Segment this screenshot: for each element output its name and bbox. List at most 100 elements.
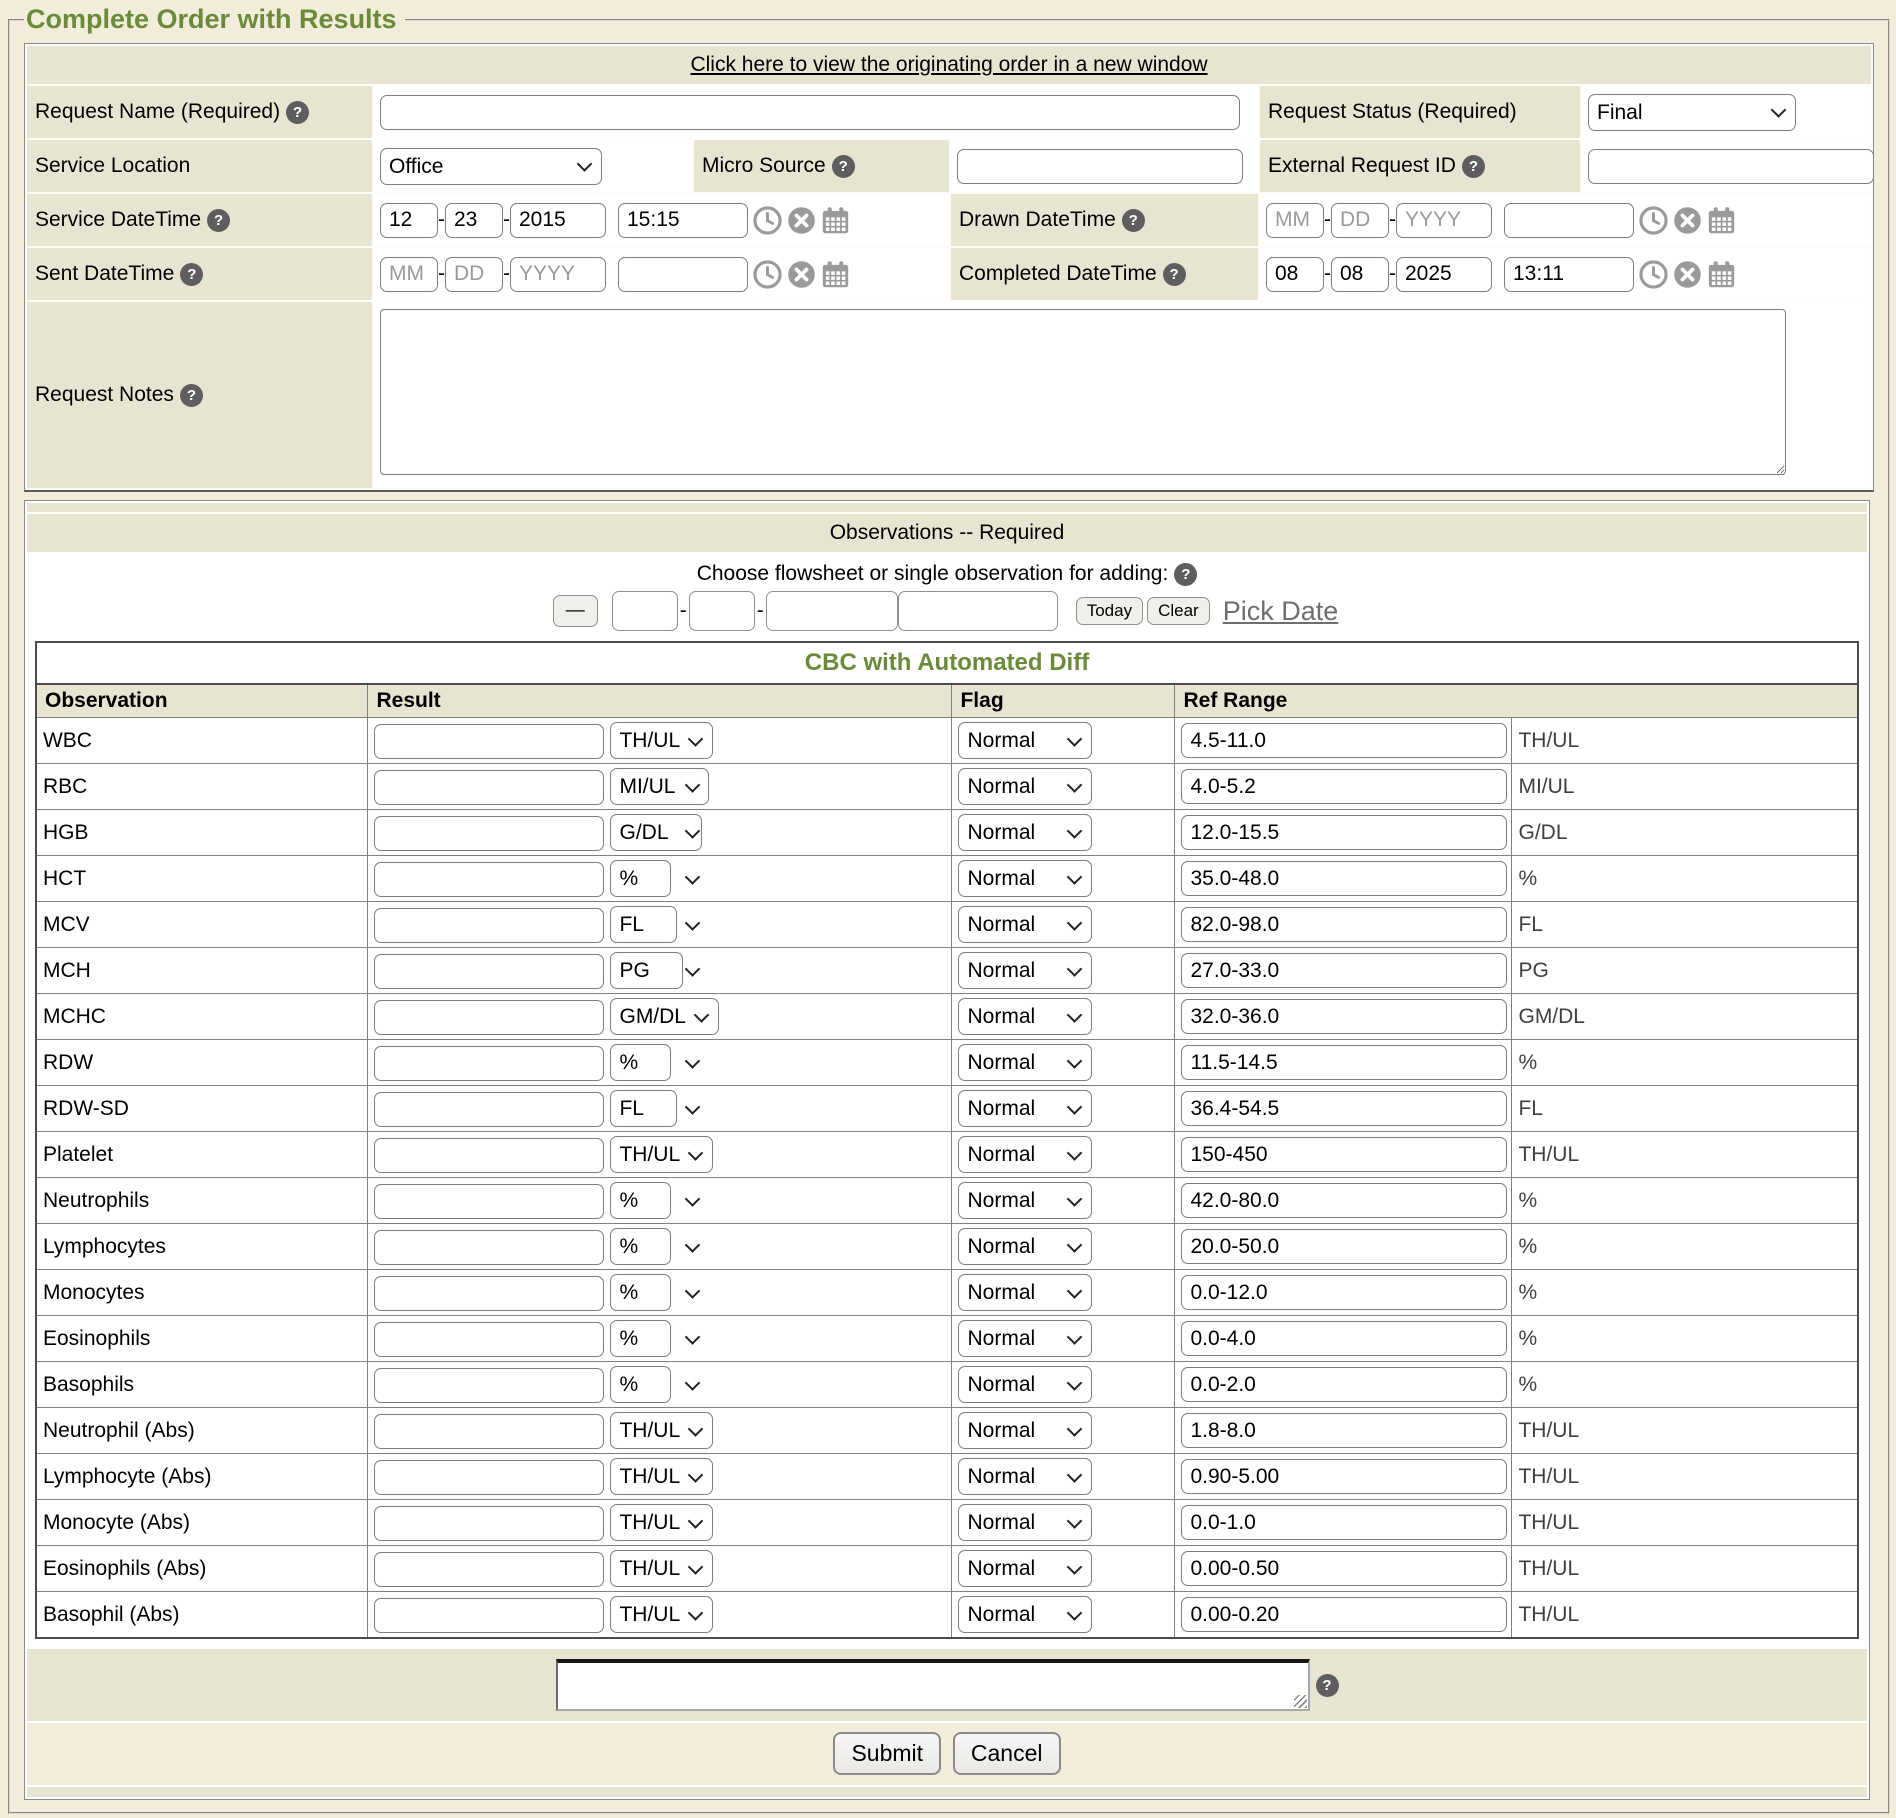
result-input[interactable] [374, 1598, 604, 1633]
clear-icon[interactable] [1673, 260, 1702, 289]
completed-day-input[interactable] [1331, 257, 1389, 292]
cancel-button[interactable]: Cancel [953, 1732, 1061, 1775]
unit-select[interactable]: TH/UL [610, 1458, 713, 1495]
clock-icon[interactable] [1639, 260, 1668, 289]
unit-select[interactable]: % [610, 1182, 671, 1219]
unit-select[interactable]: MI/UL [610, 768, 709, 805]
sent-time-input[interactable] [618, 257, 748, 292]
flag-select[interactable]: Normal [958, 768, 1092, 805]
today-button[interactable]: Today [1076, 597, 1143, 625]
flag-select[interactable]: Normal [958, 1182, 1092, 1219]
clear-button[interactable]: Clear [1147, 597, 1210, 625]
result-input[interactable] [374, 1460, 604, 1495]
result-input[interactable] [374, 908, 604, 943]
service-year-input[interactable] [510, 203, 606, 238]
unit-select[interactable]: FL [610, 906, 677, 943]
unit-select[interactable]: G/DL [610, 814, 702, 851]
unit-select[interactable]: TH/UL [610, 1412, 713, 1449]
micro-source-input[interactable] [957, 149, 1243, 184]
result-input[interactable] [374, 1368, 604, 1403]
unit-select[interactable]: TH/UL [610, 1136, 713, 1173]
drawn-year-input[interactable] [1396, 203, 1492, 238]
unit-select[interactable]: TH/UL [610, 1550, 713, 1587]
unit-select[interactable]: % [610, 1274, 671, 1311]
flag-select[interactable]: Normal [958, 1044, 1092, 1081]
result-input[interactable] [374, 1414, 604, 1449]
completed-month-input[interactable] [1266, 257, 1324, 292]
external-request-id-input[interactable] [1588, 149, 1874, 184]
help-icon[interactable]: ? [286, 101, 309, 124]
ref-range-input[interactable] [1181, 1275, 1507, 1310]
flag-select[interactable]: Normal [958, 1274, 1092, 1311]
ref-range-input[interactable] [1181, 769, 1507, 804]
ref-range-input[interactable] [1181, 861, 1507, 896]
clock-icon[interactable] [753, 206, 782, 235]
result-input[interactable] [374, 1552, 604, 1587]
ref-range-input[interactable] [1181, 953, 1507, 988]
service-day-input[interactable] [445, 203, 503, 238]
help-icon[interactable]: ? [180, 384, 203, 407]
ref-range-input[interactable] [1181, 815, 1507, 850]
sent-day-input[interactable] [445, 257, 503, 292]
result-input[interactable] [374, 1276, 604, 1311]
obs-date-year-input[interactable] [766, 591, 898, 631]
flag-select[interactable]: Normal [958, 1504, 1092, 1541]
ref-range-input[interactable] [1181, 1321, 1507, 1356]
clear-icon[interactable] [1673, 206, 1702, 235]
submit-button[interactable]: Submit [833, 1732, 941, 1775]
unit-select[interactable]: TH/UL [610, 1504, 713, 1541]
unit-select[interactable]: % [610, 1320, 671, 1357]
flag-select[interactable]: Normal [958, 1136, 1092, 1173]
calendar-icon[interactable] [1707, 260, 1736, 289]
calendar-icon[interactable] [821, 206, 850, 235]
flag-select[interactable]: Normal [958, 906, 1092, 943]
clear-icon[interactable] [787, 206, 816, 235]
flag-select[interactable]: Normal [958, 1412, 1092, 1449]
sent-month-input[interactable] [380, 257, 438, 292]
flag-select[interactable]: Normal [958, 1228, 1092, 1265]
help-icon[interactable]: ? [1174, 563, 1197, 586]
flag-select[interactable]: Normal [958, 1596, 1092, 1633]
ref-range-input[interactable] [1181, 1091, 1507, 1126]
clock-icon[interactable] [753, 260, 782, 289]
calendar-icon[interactable] [821, 260, 850, 289]
ref-range-input[interactable] [1181, 1459, 1507, 1494]
service-location-select[interactable]: Office [380, 148, 602, 185]
ref-range-input[interactable] [1181, 1367, 1507, 1402]
ref-range-input[interactable] [1181, 1045, 1507, 1080]
result-input[interactable] [374, 1230, 604, 1265]
flag-select[interactable]: Normal [958, 1458, 1092, 1495]
result-input[interactable] [374, 1000, 604, 1035]
completed-time-input[interactable] [1504, 257, 1634, 292]
unit-select[interactable]: % [610, 860, 671, 897]
help-icon[interactable]: ? [207, 209, 230, 232]
help-icon[interactable]: ? [832, 155, 855, 178]
flag-select[interactable]: Normal [958, 814, 1092, 851]
ref-range-input[interactable] [1181, 907, 1507, 942]
flag-select[interactable]: Normal [958, 722, 1092, 759]
flag-select[interactable]: Normal [958, 1550, 1092, 1587]
flag-select[interactable]: Normal [958, 1320, 1092, 1357]
clear-icon[interactable] [787, 260, 816, 289]
flag-select[interactable]: Normal [958, 1090, 1092, 1127]
result-input[interactable] [374, 1322, 604, 1357]
ref-range-input[interactable] [1181, 999, 1507, 1034]
unit-select[interactable]: TH/UL [610, 722, 713, 759]
request-notes-textarea[interactable] [380, 309, 1786, 475]
result-input[interactable] [374, 1506, 604, 1541]
result-input[interactable] [374, 1138, 604, 1173]
request-name-input[interactable] [380, 95, 1240, 130]
result-input[interactable] [374, 1184, 604, 1219]
unit-select[interactable]: GM/DL [610, 998, 719, 1035]
result-input[interactable] [374, 862, 604, 897]
unit-select[interactable]: % [610, 1228, 671, 1265]
help-icon[interactable]: ? [1163, 263, 1186, 286]
service-time-input[interactable] [618, 203, 748, 238]
sent-year-input[interactable] [510, 257, 606, 292]
obs-date-day-input[interactable] [689, 591, 755, 631]
flag-select[interactable]: Normal [958, 860, 1092, 897]
help-icon[interactable]: ? [1462, 155, 1485, 178]
ref-range-input[interactable] [1181, 1183, 1507, 1218]
result-input[interactable] [374, 816, 604, 851]
unit-select[interactable]: FL [610, 1090, 677, 1127]
